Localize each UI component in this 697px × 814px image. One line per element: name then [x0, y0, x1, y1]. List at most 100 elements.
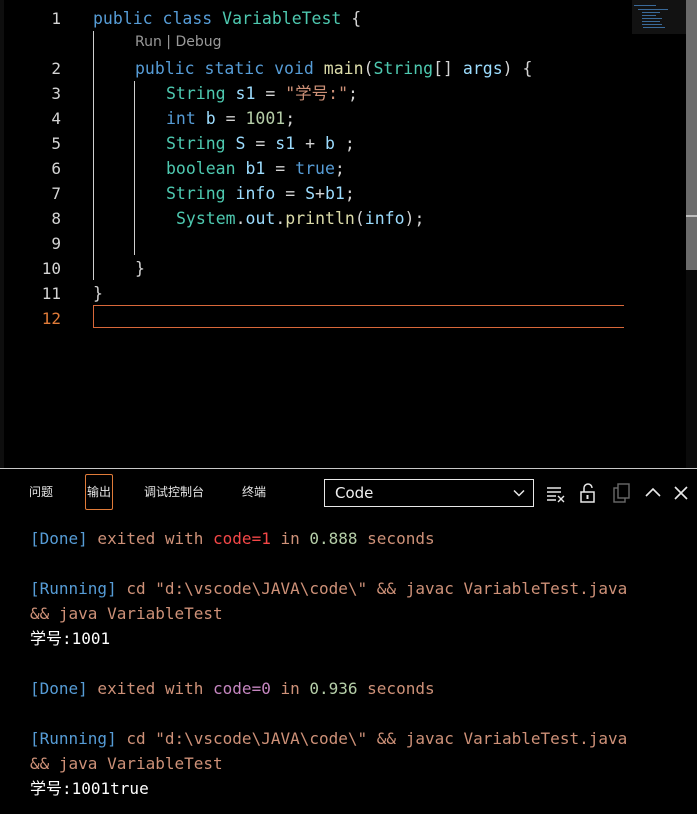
- code-text[interactable]: public class VariableTest {: [93, 9, 361, 29]
- line-number: 2: [51, 59, 61, 78]
- tab-debug-console[interactable]: 调试控制台: [144, 484, 204, 506]
- code-token: info: [364, 209, 405, 228]
- code-line[interactable]: 2 public static void main(String[] args) …: [0, 56, 640, 81]
- code-line[interactable]: 4 int b = 1001;: [0, 106, 640, 131]
- scrollbar-cursor-marker: [686, 215, 697, 217]
- tab-terminal[interactable]: 终端: [242, 484, 266, 506]
- tab-problems[interactable]: 问题: [29, 484, 53, 506]
- editor-scrollbar-thumb[interactable]: [686, 0, 697, 270]
- code-token: public: [135, 59, 195, 78]
- code-token: ;: [348, 84, 358, 103]
- line-number: 11: [41, 284, 61, 303]
- codelens-run[interactable]: Run: [135, 34, 162, 50]
- line-number: 7: [51, 184, 61, 203]
- output-line: 学号:1001true: [30, 779, 149, 799]
- code-line[interactable]: 10}: [0, 256, 640, 281]
- minimap[interactable]: [634, 4, 684, 34]
- code-token: S: [235, 134, 246, 153]
- output-line: 学号:1001: [30, 629, 110, 649]
- code-text[interactable]: }: [135, 259, 145, 279]
- clear-output-icon[interactable]: [545, 482, 567, 504]
- code-line[interactable]: 8 System.out.println(info);: [0, 206, 640, 231]
- code-token: main: [323, 59, 364, 78]
- code-token: b: [205, 109, 216, 128]
- codelens-separator: |: [161, 34, 176, 50]
- line-number: 12: [41, 309, 61, 328]
- output-token: 学号:1001true: [30, 779, 149, 798]
- output-token: in: [270, 529, 310, 548]
- output-token: cd "d:\vscode\JAVA\code\" && javac Varia…: [116, 579, 628, 598]
- code-token: }: [135, 259, 145, 278]
- output-token: 0.936: [309, 679, 358, 698]
- code-token: =: [255, 84, 286, 103]
- code-line[interactable]: 3 String s1 = "学号:";: [0, 81, 640, 106]
- output-token: seconds: [357, 529, 435, 548]
- output-token: seconds: [357, 679, 435, 698]
- output-line: [Done] exited with code=1 in 0.888 secon…: [30, 529, 435, 549]
- code-token: int: [166, 109, 196, 128]
- output-token: cd "d:\vscode\JAVA\code\" && javac Varia…: [116, 729, 628, 748]
- codelens-debug[interactable]: Debug: [175, 34, 221, 50]
- line-number: 10: [41, 259, 61, 278]
- codelens: Run | Debug: [135, 34, 222, 50]
- code-token: VariableTest: [222, 9, 342, 28]
- code-token: System: [176, 209, 236, 228]
- output-token: 学号:1001: [30, 629, 111, 648]
- code-line[interactable]: 1 public class VariableTest {: [0, 6, 640, 31]
- output-token: code=1: [213, 529, 271, 548]
- code-token: boolean: [166, 159, 236, 178]
- lock-scroll-icon[interactable]: [577, 482, 599, 504]
- code-text[interactable]: String info = S+b1;: [166, 184, 355, 204]
- output-channel-value: Code: [335, 484, 374, 502]
- tab-output[interactable]: 输出: [85, 474, 114, 510]
- indent-guide-method: [134, 81, 135, 255]
- code-token: }: [93, 284, 103, 303]
- code-text[interactable]: int b = 1001;: [166, 109, 295, 129]
- code-token: out: [245, 209, 276, 228]
- maximize-panel-icon[interactable]: [642, 482, 664, 504]
- code-token: b1: [245, 159, 266, 178]
- code-line[interactable]: 6 boolean b1 = true;: [0, 156, 640, 181]
- output-line: && java VariableTest: [30, 754, 223, 774]
- code-text[interactable]: System.out.println(info);: [176, 209, 424, 229]
- output-line: [Running] cd "d:\vscode\JAVA\code\" && j…: [30, 579, 627, 599]
- open-log-file-icon[interactable]: [610, 482, 632, 504]
- code-token: (: [354, 209, 365, 228]
- code-token: .: [275, 209, 286, 228]
- code-token: +: [295, 134, 325, 153]
- output-line: [Running] cd "d:\vscode\JAVA\code\" && j…: [30, 729, 627, 749]
- code-text[interactable]: public static void main(String[] args) {: [135, 59, 532, 79]
- code-token: println: [285, 209, 355, 228]
- code-text[interactable]: }: [93, 284, 103, 304]
- code-token: S: [305, 184, 316, 203]
- code-line[interactable]: 7 String info = S+b1;: [0, 181, 640, 206]
- code-token: ) {: [502, 59, 533, 78]
- code-text[interactable]: String S = s1 + b ;: [166, 134, 355, 154]
- line-number: 9: [51, 234, 61, 253]
- code-token: b: [324, 134, 335, 153]
- panel-divider[interactable]: [0, 468, 697, 469]
- code-token: =: [265, 159, 296, 178]
- output-token: 0.888: [309, 529, 358, 548]
- code-token: ;: [334, 134, 355, 153]
- output-channel-select[interactable]: Code: [324, 479, 534, 507]
- code-text[interactable]: boolean b1 = true;: [166, 159, 345, 179]
- code-line[interactable]: 11}: [0, 281, 640, 306]
- line-number: 1: [51, 9, 61, 28]
- code-line[interactable]: 9: [0, 231, 640, 256]
- output-token: exited with: [87, 679, 214, 698]
- code-line[interactable]: 5 String S = s1 + b ;: [0, 131, 640, 156]
- code-text[interactable]: String s1 = "学号:";: [166, 84, 358, 104]
- code-token: ;: [344, 184, 355, 203]
- code-editor[interactable]: 1 public class VariableTest { 2 public stat…: [0, 0, 697, 468]
- code-token: String: [373, 59, 434, 78]
- close-panel-icon[interactable]: [670, 482, 692, 504]
- line-number: 5: [51, 134, 61, 153]
- code-token: .: [235, 209, 246, 228]
